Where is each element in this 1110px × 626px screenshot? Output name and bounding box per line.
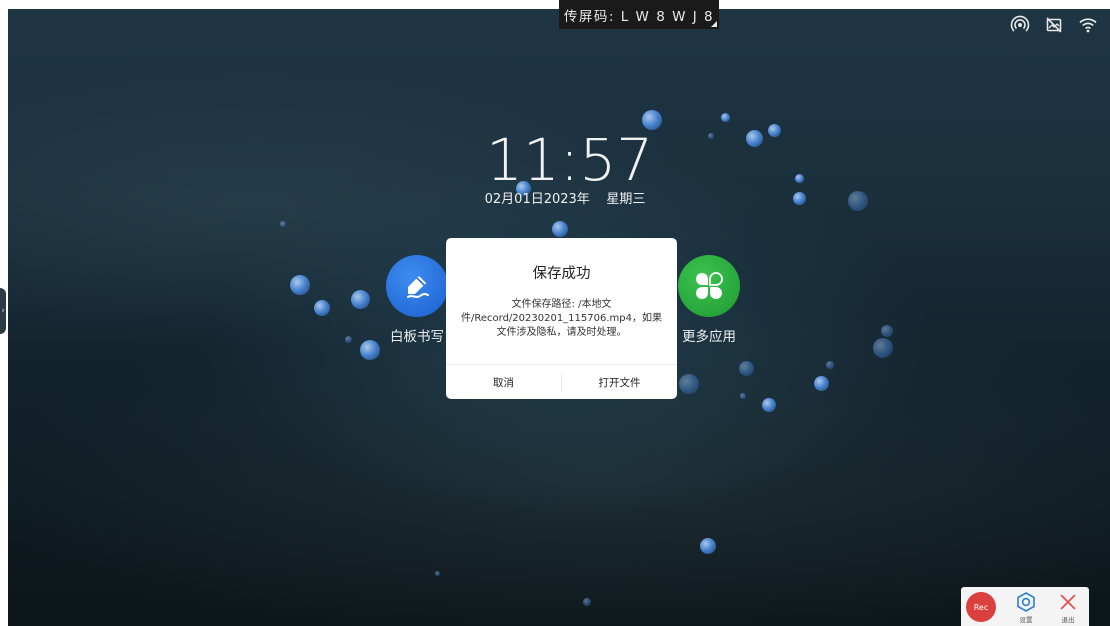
bubble-decoration [826, 361, 834, 369]
app-whiteboard[interactable]: 白板书写 [385, 255, 449, 345]
app-more[interactable]: 更多应用 [677, 255, 741, 345]
pen-icon [407, 276, 429, 298]
close-icon [1060, 594, 1076, 610]
rec-button[interactable]: Rec [966, 592, 996, 622]
bubble-decoration [360, 340, 380, 360]
clock-date: 02月01日2023年 星期三 [470, 188, 660, 207]
no-image-icon[interactable] [1044, 15, 1064, 35]
bubble-decoration [290, 275, 310, 295]
save-success-dialog: 保存成功 文件保存路径: /本地文件/Record/20230201_11570… [446, 238, 677, 399]
more-apps-label: 更多应用 [682, 329, 736, 345]
dialog-message: 文件保存路径: /本地文件/Record/20230201_115706.mp4… [461, 299, 662, 338]
cancel-button[interactable]: 取消 [446, 365, 561, 399]
bubble-decoration [795, 174, 804, 183]
bubble-decoration [314, 300, 330, 316]
chevron-right-icon: › [1, 306, 5, 316]
settings-label: 设置 [1019, 616, 1033, 624]
four-leaf-icon [696, 272, 723, 299]
open-file-button[interactable]: 打开文件 [562, 365, 677, 399]
bubble-decoration [793, 192, 806, 205]
bubble-decoration [708, 133, 714, 139]
hotspot-icon[interactable] [1010, 15, 1030, 35]
bubble-decoration [746, 130, 763, 147]
bubble-decoration [435, 571, 440, 576]
weekday-text: 星期三 [606, 192, 646, 207]
exit-label: 退出 [1061, 616, 1075, 624]
side-drawer-handle[interactable]: › [0, 288, 6, 334]
bubble-decoration [583, 598, 591, 606]
whiteboard-app-icon[interactable] [386, 255, 448, 317]
clock-time: 11:57 [486, 126, 654, 194]
bubble-decoration [739, 361, 754, 376]
bubble-decoration [280, 221, 286, 227]
bubble-decoration [552, 221, 568, 237]
bubble-decoration [351, 290, 370, 309]
bubble-decoration [848, 191, 868, 211]
wifi-icon[interactable] [1078, 15, 1098, 35]
cast-code-bar: 传屏码: L W 8 W J 8 [559, 0, 719, 29]
whiteboard-app-label: 白板书写 [390, 329, 444, 345]
bubble-decoration [345, 336, 352, 343]
exit-button[interactable]: 退出 [1053, 591, 1083, 625]
more-apps-icon[interactable] [678, 255, 740, 317]
date-text: 02月01日2023年 [484, 192, 590, 207]
dialog-title: 保存成功 [532, 266, 591, 282]
bubble-decoration [814, 376, 829, 391]
bubble-decoration [679, 374, 699, 394]
bubble-decoration [700, 538, 716, 554]
settings-button[interactable]: 设置 [1011, 591, 1041, 625]
hexagon-settings-icon [1017, 592, 1035, 612]
corner-marker-icon [711, 21, 717, 27]
bubble-decoration [768, 124, 781, 137]
bubble-decoration [873, 338, 893, 358]
recorder-toolbar: Rec 设置 退出 [961, 587, 1089, 626]
bubble-decoration [762, 398, 776, 412]
cast-code-text: 传屏码: L W 8 W J 8 [563, 8, 715, 25]
bubble-decoration [721, 113, 730, 122]
bubble-decoration [881, 325, 893, 337]
status-icons [1010, 15, 1098, 35]
bubble-decoration [740, 393, 746, 399]
